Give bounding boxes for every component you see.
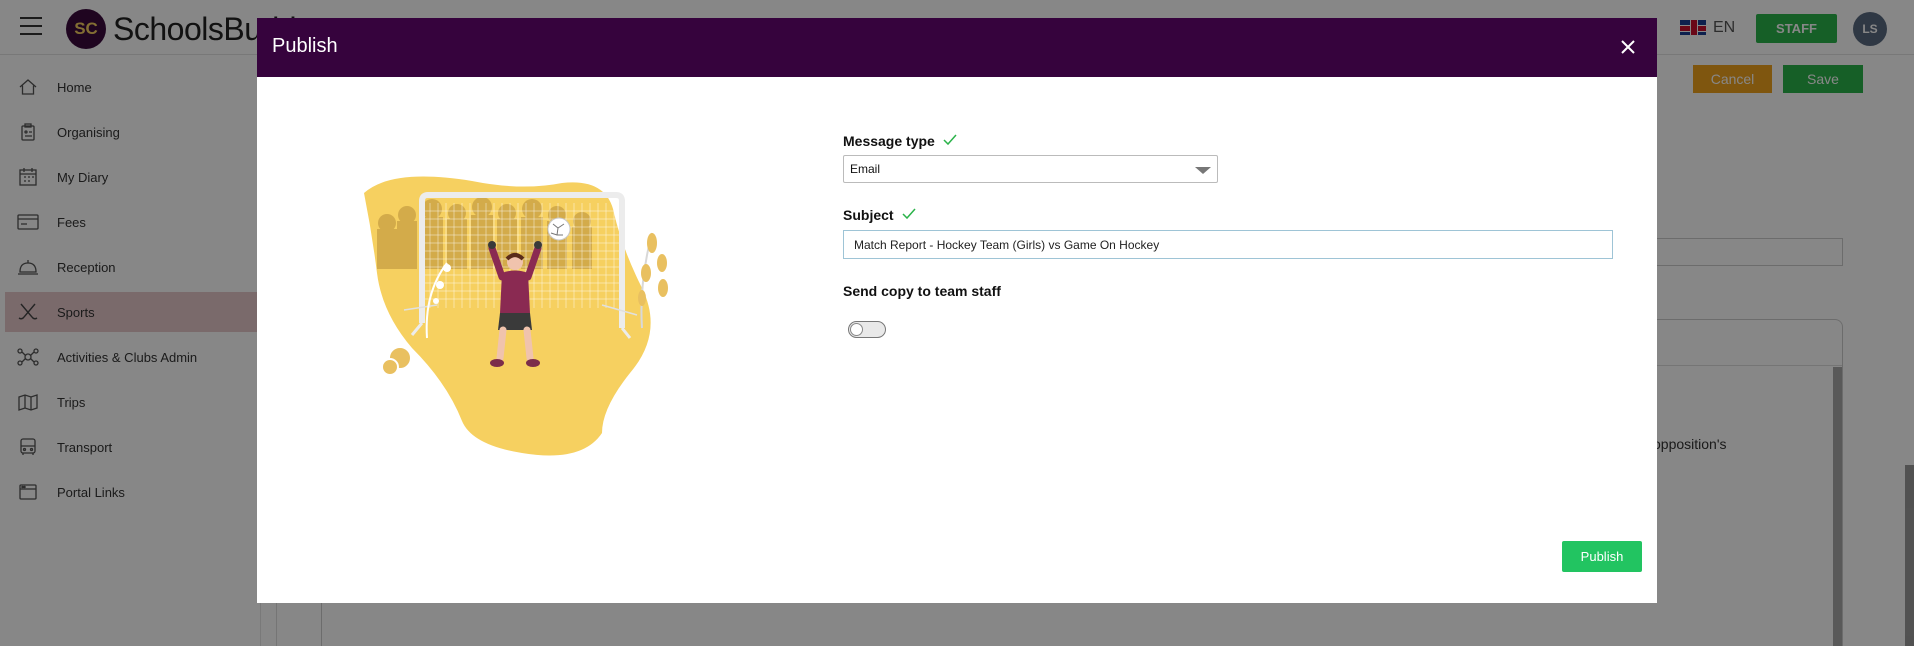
publish-button[interactable]: Publish [1562, 541, 1642, 572]
modal-title: Publish [272, 35, 338, 57]
chevron-down-icon [1195, 167, 1211, 174]
modal-header: Publish [257, 18, 1657, 77]
subject-label: Subject [843, 207, 916, 223]
message-type-label: Message type [843, 133, 957, 149]
toggle-knob [850, 323, 863, 336]
checkmark-icon [902, 207, 916, 223]
message-type-label-text: Message type [843, 133, 935, 149]
goalkeeper-illustration [352, 173, 732, 473]
message-type-value: Email [850, 162, 881, 176]
message-type-select[interactable]: Email [843, 155, 1218, 183]
publish-modal: Publish Message type Email Subject Match… [257, 18, 1657, 603]
send-copy-toggle[interactable] [848, 321, 886, 338]
send-copy-label-text: Send copy to team staff [843, 283, 1001, 299]
subject-label-text: Subject [843, 207, 894, 223]
subject-input[interactable] [843, 230, 1613, 259]
send-copy-label: Send copy to team staff [843, 283, 1001, 299]
checkmark-icon [943, 133, 957, 149]
close-icon[interactable] [1616, 35, 1640, 59]
